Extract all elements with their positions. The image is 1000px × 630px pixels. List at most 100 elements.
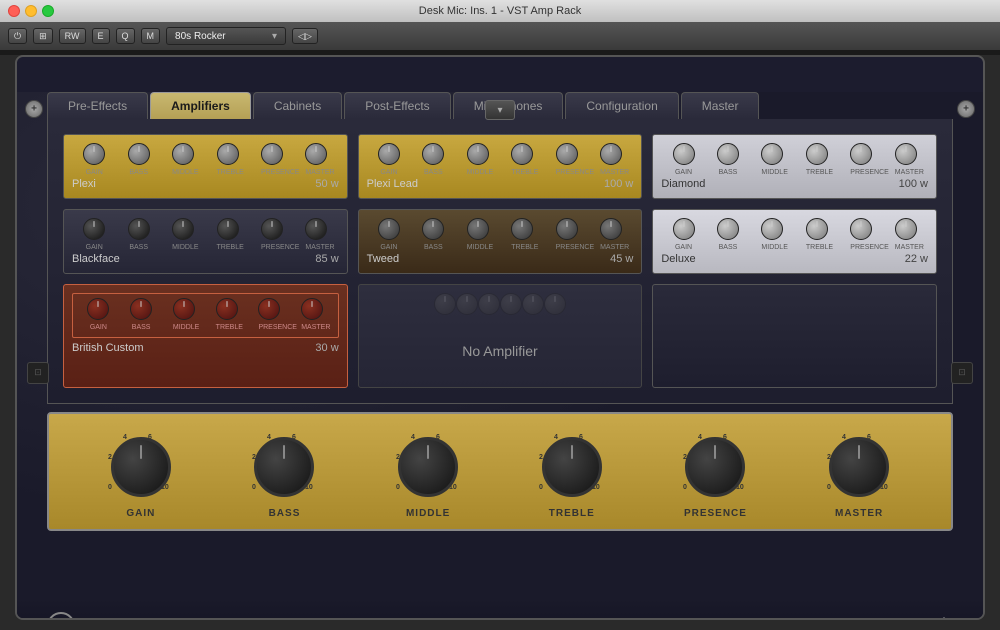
middle-knob[interactable] (398, 437, 458, 497)
knob[interactable] (172, 143, 194, 165)
tweed-labels: GAIN BASS MIDDLE TREBLE PRESENCE MASTER (367, 244, 634, 251)
tab-master[interactable]: Master (681, 92, 760, 119)
knob[interactable] (216, 298, 238, 320)
knob[interactable] (172, 218, 194, 240)
tab-cabinets[interactable]: Cabinets (253, 92, 342, 119)
knob[interactable] (261, 143, 283, 165)
plexi-lead-knobs (367, 143, 634, 165)
bass-knob-area: 2 4 6 8 0 10 (247, 429, 322, 504)
bass-knob[interactable] (254, 437, 314, 497)
rw-btn[interactable]: RW (59, 28, 86, 44)
knob[interactable] (128, 218, 150, 240)
british-custom-labels: GAIN BASS MIDDLE TREBLE PRESENCE MASTER (77, 324, 334, 331)
presence-knob[interactable] (685, 437, 745, 497)
tab-post-effects[interactable]: Post-Effects (344, 92, 450, 119)
knob[interactable] (467, 218, 489, 240)
m-btn[interactable]: M (141, 28, 161, 44)
knob[interactable] (217, 143, 239, 165)
knob[interactable] (600, 143, 622, 165)
traffic-lights (8, 5, 54, 17)
control-bass: 2 4 6 8 0 10 BASS (247, 429, 322, 519)
knob[interactable] (217, 218, 239, 240)
title-bar: Desk Mic: Ins. 1 - VST Amp Rack (0, 0, 1000, 22)
knob[interactable] (895, 218, 917, 240)
knob[interactable] (128, 143, 150, 165)
plugin-window: ▾ Pre-Effects Amplifiers Cabinets Post-E… (15, 55, 985, 620)
steinberg-logo-circle: ▶ (47, 612, 75, 621)
knob[interactable] (556, 218, 578, 240)
amp-deluxe[interactable]: GAIN BASS MIDDLE TREBLE PRESENCE MASTER … (652, 209, 937, 274)
maximize-button[interactable] (42, 5, 54, 17)
knob[interactable] (305, 143, 327, 165)
rack-btn[interactable]: ⊞ (33, 28, 53, 44)
preset-selector[interactable]: 80s Rocker ▾ (166, 27, 286, 45)
knob[interactable] (850, 143, 872, 165)
wood-panel: 2 4 6 8 0 10 GAIN (47, 412, 953, 531)
knob[interactable] (717, 218, 739, 240)
preset-arrow: ▾ (272, 31, 277, 42)
amp-no-amplifier[interactable]: No Amplifier (358, 284, 643, 388)
power-btn[interactable]: ⏻ (8, 28, 27, 44)
diamond-knobs (661, 143, 928, 165)
british-custom-knobs (77, 298, 334, 320)
tweed-knobs (367, 218, 634, 240)
knob[interactable] (378, 143, 400, 165)
amp-tweed[interactable]: GAIN BASS MIDDLE TREBLE PRESENCE MASTER … (358, 209, 643, 274)
edit-btn[interactable]: E (92, 28, 110, 44)
knob[interactable] (261, 218, 283, 240)
q-btn[interactable]: Q (116, 28, 135, 44)
svg-text:0: 0 (252, 484, 256, 491)
knob[interactable] (378, 218, 400, 240)
knob[interactable] (87, 298, 109, 320)
amp-grid: GAIN BASS MIDDLE TREBLE PRESENCE MASTER … (63, 134, 937, 388)
no-amplifier-label: No Amplifier (434, 323, 566, 379)
knob[interactable] (673, 143, 695, 165)
knob[interactable] (511, 218, 533, 240)
knob[interactable] (305, 218, 327, 240)
amp-plexi[interactable]: GAIN BASS MIDDLE TREBLE PRESENCE MASTER … (63, 134, 348, 199)
middle-knob-area: 2 4 6 8 0 10 (391, 429, 466, 504)
tab-pre-effects[interactable]: Pre-Effects (47, 92, 148, 119)
knob[interactable] (895, 143, 917, 165)
knob[interactable] (806, 218, 828, 240)
blackface-knobs (72, 218, 339, 240)
knob[interactable] (83, 143, 105, 165)
amp-british-custom[interactable]: GAIN BASS MIDDLE TREBLE PRESENCE MASTER … (63, 284, 348, 388)
collapse-button[interactable]: ▾ (485, 100, 515, 120)
knob[interactable] (301, 298, 323, 320)
amp-diamond[interactable]: GAIN BASS MIDDLE TREBLE PRESENCE MASTER … (652, 134, 937, 199)
amp-blackface[interactable]: GAIN BASS MIDDLE TREBLE PRESENCE MASTER … (63, 209, 348, 274)
arrow-btn[interactable]: ◁▷ (292, 28, 318, 44)
minimize-button[interactable] (25, 5, 37, 17)
knob[interactable] (422, 143, 444, 165)
plexi-lead-info: Plexi Lead 100 w (367, 178, 634, 190)
controls-row: 2 4 6 8 0 10 GAIN (69, 429, 931, 519)
amp-rack-label: amp rack (863, 615, 953, 620)
knob[interactable] (761, 143, 783, 165)
knob[interactable] (556, 143, 578, 165)
knob[interactable] (422, 218, 444, 240)
master-knob[interactable] (829, 437, 889, 497)
knob[interactable] (717, 143, 739, 165)
british-custom-info: British Custom 30 w (72, 342, 339, 354)
knob[interactable] (467, 143, 489, 165)
tab-amplifiers[interactable]: Amplifiers (150, 92, 251, 119)
knob[interactable] (761, 218, 783, 240)
close-button[interactable] (8, 5, 20, 17)
knob[interactable] (130, 298, 152, 320)
knob[interactable] (850, 218, 872, 240)
master-knob-area: 2 4 6 8 0 10 (822, 429, 897, 504)
knob[interactable] (258, 298, 280, 320)
tab-configuration[interactable]: Configuration (565, 92, 678, 119)
knob[interactable] (806, 143, 828, 165)
knob (478, 293, 500, 315)
knob[interactable] (511, 143, 533, 165)
treble-knob[interactable] (542, 437, 602, 497)
knob[interactable] (173, 298, 195, 320)
knob[interactable] (673, 218, 695, 240)
knob[interactable] (600, 218, 622, 240)
gain-knob[interactable] (111, 437, 171, 497)
amp-plexi-lead[interactable]: GAIN BASS MIDDLE TREBLE PRESENCE MASTER … (358, 134, 643, 199)
knob[interactable] (83, 218, 105, 240)
control-master: 2 4 6 8 0 10 MASTER (822, 429, 897, 519)
